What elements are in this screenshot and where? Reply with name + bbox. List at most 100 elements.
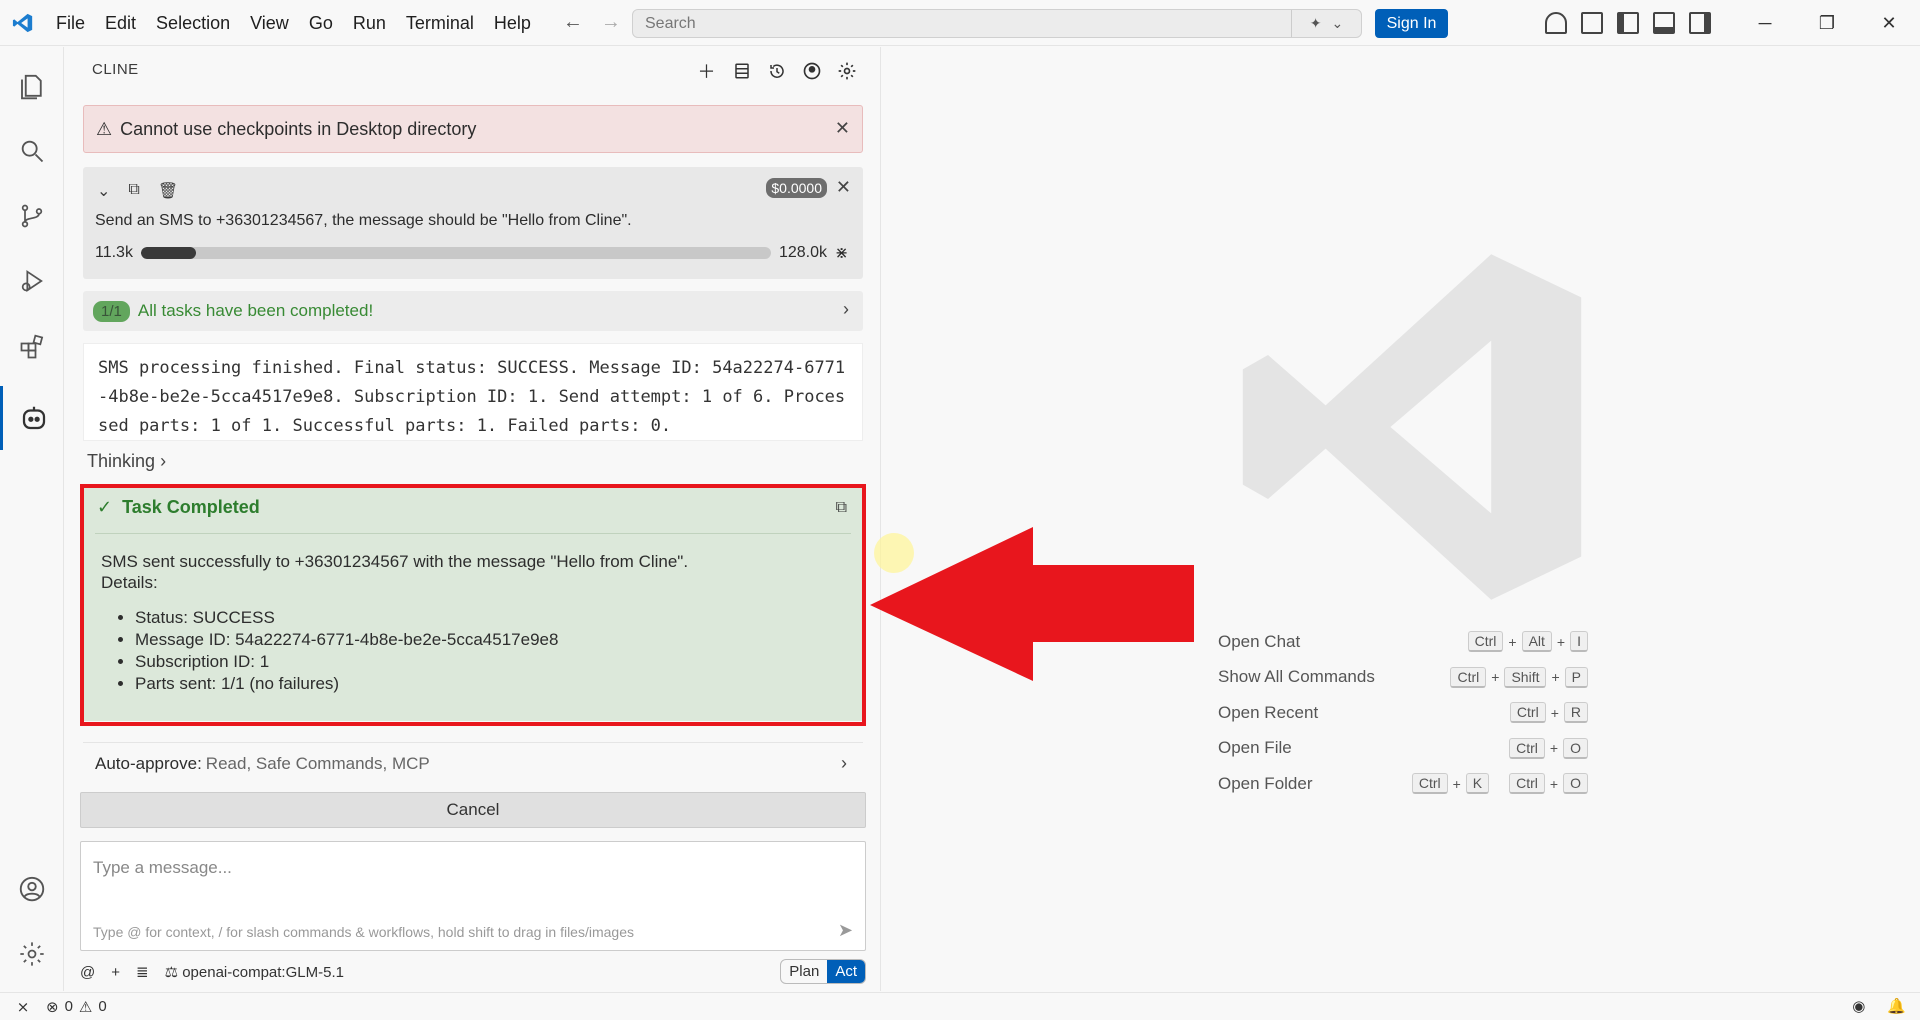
input-toolbar: @ + ≣ ⚖ openai-compat:GLM-5.1 Plan Act (80, 959, 866, 985)
restore-icon[interactable]: ❐ (1796, 0, 1858, 46)
menu-bar: File Edit Selection View Go Run Terminal… (46, 0, 541, 46)
chat-toggle[interactable]: ✦ ⌄ (1291, 10, 1361, 37)
menu-selection[interactable]: Selection (146, 0, 240, 46)
task-cost-badge: $0.0000 (766, 178, 827, 198)
search-placeholder: Search (645, 15, 696, 32)
toggle-primary-sidebar-icon[interactable] (1617, 12, 1639, 34)
problems-indicator[interactable]: ⊗ 0 ⚠ 0 (46, 998, 107, 1016)
message-input[interactable]: Type a message... Type @ for context, / … (80, 841, 866, 951)
close-icon[interactable]: ✕ (1858, 0, 1920, 46)
accounts-icon[interactable] (0, 857, 64, 921)
customize-layout-icon[interactable] (1581, 12, 1603, 34)
source-control-icon[interactable] (0, 184, 64, 248)
auto-approve-value: Read, Safe Commands, MCP (205, 753, 430, 773)
cline-icon[interactable] (0, 386, 64, 450)
sidebar-actions: ＋ (695, 59, 858, 82)
sign-in-button[interactable]: Sign In (1375, 9, 1448, 38)
at-mention-icon[interactable]: @ (80, 964, 95, 981)
collapse-chevron-icon[interactable]: ⌄ (97, 181, 110, 201)
cancel-button[interactable]: Cancel (80, 792, 866, 828)
annotation-arrow-icon (870, 527, 1194, 681)
shortcut-open-chat[interactable]: Open Chat Ctrl + Alt + I (1218, 624, 1588, 660)
run-debug-icon[interactable] (0, 249, 64, 313)
shortcut-open-file[interactable]: Open File Ctrl + O (1218, 731, 1588, 767)
notifications-bell-icon[interactable]: 🔔 (1887, 997, 1906, 1015)
warning-text: Cannot use checkpoints in Desktop direct… (120, 118, 477, 139)
task-header-card: ⌄ ⧉ 🗑 $0.0000 ✕ Send an SMS to +36301234… (83, 167, 863, 279)
compact-icon[interactable]: ⋇ (835, 243, 848, 263)
mcp-servers-icon[interactable] (730, 59, 753, 82)
task-description: Send an SMS to +36301234567, the message… (95, 212, 632, 229)
rules-icon[interactable]: ≣ (136, 963, 149, 981)
menu-file[interactable]: File (46, 0, 95, 46)
warning-close-icon[interactable]: ✕ (835, 118, 850, 139)
add-icon[interactable]: + (111, 964, 120, 981)
copy-icon[interactable]: ⧉ (128, 181, 139, 201)
search-icon[interactable] (0, 119, 64, 183)
delete-trash-icon[interactable]: 🗑 (158, 181, 178, 201)
chat-sparkle-icon: ✦ (1309, 15, 1322, 31)
shortcut-label: Open Folder (1218, 773, 1313, 793)
key: K (1465, 773, 1490, 795)
manage-gear-icon[interactable] (0, 922, 64, 986)
settings-gear-icon[interactable] (835, 59, 858, 82)
new-task-icon[interactable]: ＋ (695, 59, 718, 82)
editor-area: Open Chat Ctrl + Alt + I Show All Commands… (882, 47, 1920, 991)
shortcut-open-folder[interactable]: Open Folder Ctrl + K Ctrl + O (1218, 766, 1588, 802)
minimize-icon[interactable]: ─ (1734, 0, 1796, 46)
context-window-row: 11.3k 128.0k ⋇ (95, 243, 855, 263)
key: Ctrl (1509, 737, 1545, 759)
todo-summary[interactable]: 1/1 All tasks have been completed! › (83, 291, 863, 331)
model-selector[interactable]: ⚖ openai-compat:GLM-5.1 (165, 963, 344, 981)
account-icon[interactable] (800, 59, 823, 82)
shortcut-label: Open Recent (1218, 702, 1319, 722)
context-used: 11.3k (95, 244, 133, 261)
shortcut-label: Open Chat (1218, 631, 1301, 651)
toggle-secondary-sidebar-icon[interactable] (1689, 12, 1711, 34)
history-icon[interactable] (765, 59, 788, 82)
toggle-panel-icon[interactable] (1653, 12, 1675, 34)
command-center-search[interactable]: Search ✦ ⌄ (632, 9, 1362, 38)
copilot-icon[interactable]: ◉ (1852, 997, 1865, 1015)
plan-button[interactable]: Plan (781, 960, 827, 983)
key: Ctrl (1411, 773, 1448, 795)
key: P (1564, 666, 1588, 688)
error-icon: ⊗ (46, 998, 59, 1016)
shortcut-keys: Ctrl + Alt + I (1467, 631, 1588, 653)
menu-view[interactable]: View (240, 0, 299, 46)
key: R (1563, 702, 1588, 724)
explorer-icon[interactable] (0, 55, 64, 119)
menu-run[interactable]: Run (343, 0, 396, 46)
back-arrow-icon[interactable]: ← (563, 11, 583, 34)
scale-icon: ⚖ (164, 964, 183, 981)
accounts-shield-icon[interactable] (1545, 12, 1567, 34)
thinking-toggle[interactable]: Thinking › (87, 451, 166, 472)
act-button[interactable]: Act (827, 960, 865, 983)
shortcut-keys: Ctrl + R (1509, 702, 1588, 724)
key: O (1563, 773, 1588, 795)
menu-go[interactable]: Go (299, 0, 343, 46)
menu-help[interactable]: Help (484, 0, 541, 46)
chevron-down-icon: ⌄ (1331, 15, 1344, 31)
auto-approve-bar[interactable]: Auto-approve: Read, Safe Commands, MCP › (83, 742, 863, 784)
activity-bar (0, 47, 64, 991)
shortcut-open-recent[interactable]: Open Recent Ctrl + R (1218, 695, 1588, 731)
send-icon[interactable]: ➤ (838, 920, 853, 941)
menu-edit[interactable]: Edit (95, 0, 146, 46)
task-close-icon[interactable]: ✕ (836, 177, 851, 198)
vscode-logo-icon (0, 0, 46, 46)
context-progress-fill (140, 247, 197, 259)
warning-icon: ⚠ (78, 998, 93, 1016)
model-name: openai-compat:GLM-5.1 (182, 964, 344, 981)
key: Ctrl (1509, 773, 1545, 795)
context-progress-bar (140, 247, 771, 259)
remote-icon[interactable]: ⨯ (0, 998, 46, 1016)
thinking-label: Thinking (87, 451, 156, 471)
sidebar-title: CLINE (92, 61, 139, 78)
extensions-icon[interactable] (0, 315, 64, 379)
forward-arrow-icon[interactable]: → (601, 11, 621, 34)
menu-terminal[interactable]: Terminal (396, 0, 484, 46)
shortcut-show-all-commands[interactable]: Show All Commands Ctrl + Shift + P (1218, 660, 1588, 696)
title-bar: File Edit Selection View Go Run Terminal… (0, 0, 1920, 46)
cline-sidebar: CLINE ＋ ⚠ Cannot use checkpoints in Desk… (65, 47, 881, 991)
